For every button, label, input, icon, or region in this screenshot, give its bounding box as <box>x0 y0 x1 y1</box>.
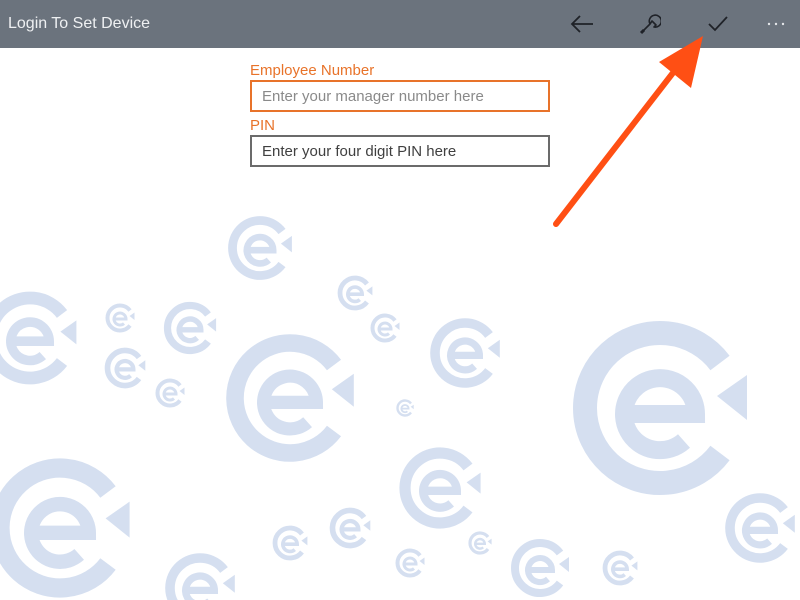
login-page: Login To Set Device Employee Number Ente… <box>0 0 800 600</box>
arrow-left-icon <box>570 15 593 33</box>
accept-button[interactable] <box>694 0 742 48</box>
login-form: Employee Number PIN <box>250 62 550 167</box>
title-bar: Login To Set Device <box>0 0 800 48</box>
wrench-icon <box>639 14 661 35</box>
ellipsis-icon <box>767 22 785 26</box>
checkmark-icon <box>708 16 728 32</box>
employee-number-input[interactable] <box>250 80 550 112</box>
window-title: Login To Set Device <box>8 15 151 32</box>
more-button[interactable] <box>752 0 800 48</box>
pin-input[interactable] <box>250 135 550 167</box>
back-button[interactable] <box>558 0 606 48</box>
pin-label: PIN <box>250 117 276 134</box>
employee-number-label: Employee Number <box>250 62 375 79</box>
settings-button[interactable] <box>626 0 674 48</box>
